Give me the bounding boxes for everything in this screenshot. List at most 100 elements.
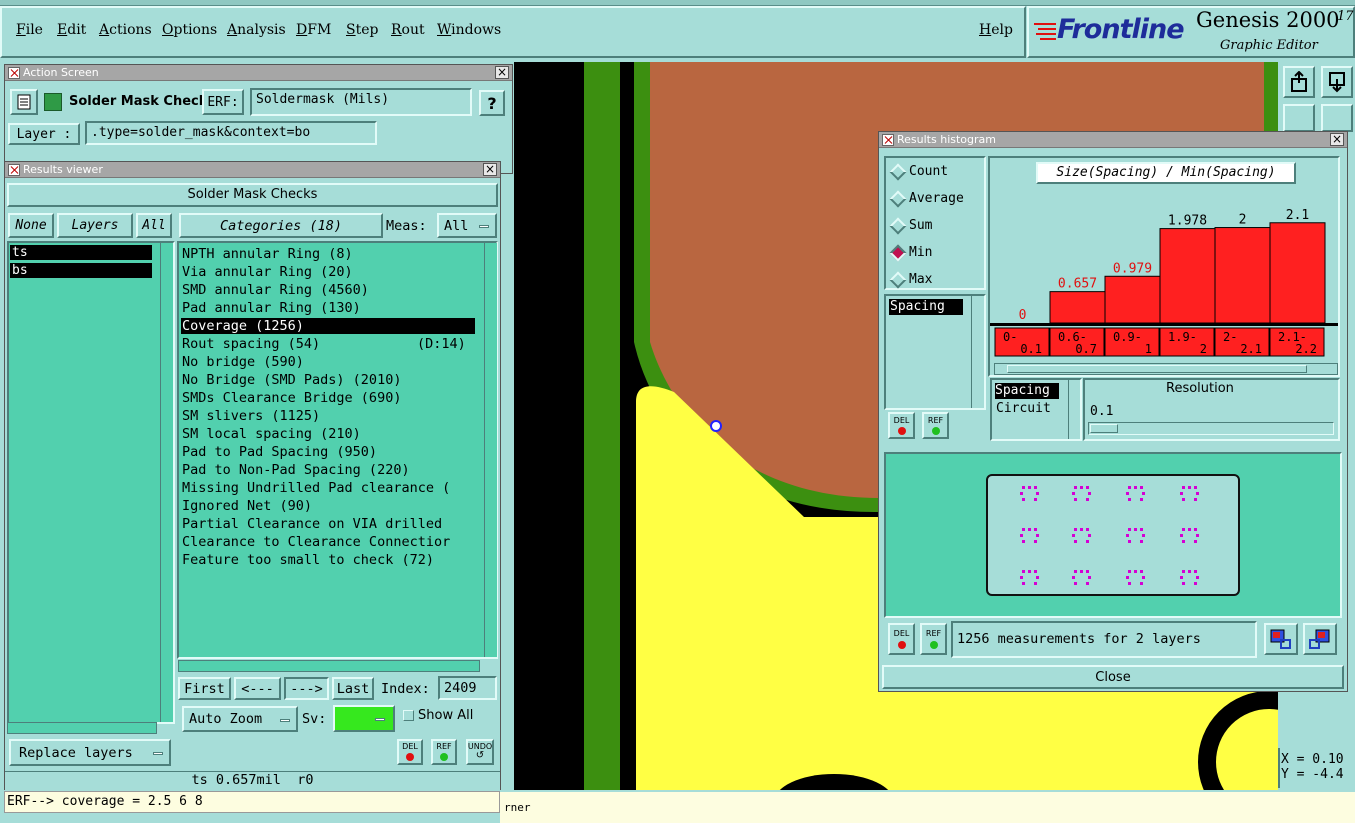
- measurement-marker: [1196, 534, 1199, 537]
- menu-analysis[interactable]: Analysis: [227, 22, 286, 38]
- first-button[interactable]: First: [178, 677, 231, 700]
- histogram-titlebar[interactable]: Results histogram ×: [879, 132, 1347, 148]
- measurement-marker: [1086, 540, 1089, 543]
- category-item[interactable]: Partial Clearance on VIA drilled: [182, 515, 442, 533]
- menu-file[interactable]: File: [16, 22, 43, 38]
- category-item[interactable]: Feature too small to check (72): [182, 551, 434, 569]
- layer-button[interactable]: Layer :: [8, 123, 80, 145]
- chart-title-box: Size(Spacing) / Min(Spacing): [1036, 162, 1296, 184]
- sv-color-dropdown[interactable]: [333, 705, 395, 732]
- category-item[interactable]: Rout spacing (54): [182, 335, 320, 353]
- category-item[interactable]: No Bridge (SMD Pads) (2010): [182, 371, 401, 389]
- measure-scrollbar[interactable]: [971, 296, 984, 408]
- hist-ref-button[interactable]: REF: [920, 623, 947, 655]
- all-button[interactable]: All: [136, 213, 172, 238]
- histogram-bar[interactable]: [1049, 291, 1106, 324]
- chart-hscrollbar[interactable]: [994, 363, 1338, 375]
- layers-hscrollbar[interactable]: [7, 722, 157, 734]
- action-screen-close-icon[interactable]: ×: [495, 66, 509, 79]
- tool-button-3[interactable]: [1283, 104, 1315, 132]
- histogram-close-icon[interactable]: ×: [1330, 133, 1344, 146]
- action-screen-doc-button[interactable]: [10, 89, 38, 115]
- erf-field[interactable]: Soldermask (Mils): [250, 88, 472, 116]
- res-list-scrollbar[interactable]: [1068, 380, 1080, 439]
- results-viewer-close-icon[interactable]: ×: [483, 163, 497, 176]
- histogram-bar[interactable]: [1159, 228, 1216, 324]
- histogram-close-button[interactable]: Close: [882, 665, 1344, 689]
- zoom-from-button[interactable]: [1303, 623, 1337, 655]
- measure-item-spacing[interactable]: Spacing: [889, 299, 963, 315]
- resolution-slider-thumb[interactable]: [1090, 424, 1118, 433]
- hist-ref-button-top[interactable]: REF: [922, 412, 949, 439]
- last-button[interactable]: Last: [332, 677, 374, 700]
- layer-item-bs[interactable]: bs: [10, 263, 152, 278]
- measurement-marker: [1034, 498, 1037, 501]
- category-item[interactable]: SM slivers (1125): [182, 407, 320, 425]
- category-item[interactable]: NPTH annular Ring (8): [182, 245, 353, 263]
- radio-average-label: Average: [909, 191, 964, 206]
- auto-zoom-dropdown[interactable]: Auto Zoom: [182, 706, 298, 732]
- index-field[interactable]: 2409: [438, 676, 497, 700]
- resolution-slider[interactable]: [1088, 422, 1334, 435]
- categories-scrollbar[interactable]: [484, 243, 497, 657]
- show-all-checkbox[interactable]: [403, 710, 414, 721]
- category-item[interactable]: No bridge (590): [182, 353, 304, 371]
- menu-actions[interactable]: Actions: [99, 22, 152, 38]
- menu-help[interactable]: Help: [979, 22, 1013, 38]
- category-item[interactable]: SMD annular Ring (4560): [182, 281, 369, 299]
- layers-list[interactable]: [7, 241, 175, 724]
- chart-hscroll-thumb[interactable]: [1007, 365, 1307, 373]
- erf-button[interactable]: ERF:: [202, 89, 244, 115]
- layer-item-ts[interactable]: ts: [10, 245, 152, 260]
- del-button[interactable]: DEL: [397, 739, 423, 765]
- action-screen-titlebar[interactable]: Action Screen ×: [5, 65, 512, 81]
- res-item-spacing[interactable]: Spacing: [995, 383, 1059, 399]
- hist-del-button[interactable]: DEL: [888, 623, 915, 655]
- menu-dfm[interactable]: DFM: [296, 22, 331, 38]
- category-item[interactable]: Via annular Ring (20): [182, 263, 353, 281]
- res-item-circuit[interactable]: Circuit: [996, 401, 1051, 416]
- histogram-bar[interactable]: [1269, 222, 1326, 324]
- help-button[interactable]: ?: [479, 90, 505, 116]
- category-item[interactable]: Missing Undrilled Pad clearance (: [182, 479, 450, 497]
- categories-hscrollbar[interactable]: [178, 660, 480, 672]
- zoom-to-button[interactable]: [1264, 623, 1298, 655]
- tool-button-2[interactable]: [1321, 66, 1353, 98]
- none-button[interactable]: None: [8, 213, 54, 238]
- meas-dropdown[interactable]: All: [437, 213, 497, 238]
- measurement-marker: [1126, 534, 1129, 537]
- board-preview[interactable]: [986, 474, 1240, 596]
- category-item[interactable]: Pad annular Ring (130): [182, 299, 361, 317]
- menu-options[interactable]: Options: [162, 22, 217, 38]
- category-item[interactable]: SMDs Clearance Bridge (690): [182, 389, 401, 407]
- prev-button[interactable]: <---: [234, 677, 281, 700]
- layer-field[interactable]: .type=solder_mask&context=bo: [85, 121, 377, 145]
- replace-layers-dropdown[interactable]: Replace layers: [9, 739, 171, 766]
- undo-button[interactable]: UNDO ↺: [466, 739, 494, 765]
- category-item[interactable]: Ignored Net (90): [182, 497, 312, 515]
- category-item[interactable]: Pad to Pad Spacing (950): [182, 443, 377, 461]
- bottom-bar: [500, 792, 1355, 823]
- layers-button[interactable]: Layers: [57, 213, 133, 238]
- hist-del-button-top[interactable]: DEL: [888, 412, 915, 439]
- next-button[interactable]: --->: [284, 677, 329, 700]
- menu-rout[interactable]: Rout: [391, 22, 425, 38]
- category-item-selected[interactable]: Coverage (1256): [182, 317, 304, 335]
- menu-edit[interactable]: Edit: [57, 22, 86, 38]
- ref-button[interactable]: REF: [431, 739, 457, 765]
- category-item[interactable]: Pad to Non-Pad Spacing (220): [182, 461, 410, 479]
- menu-windows[interactable]: Windows: [437, 22, 501, 38]
- tool-button-4[interactable]: [1321, 104, 1353, 132]
- bin-label: 2: [1200, 342, 1207, 356]
- menu-step[interactable]: Step: [346, 22, 378, 38]
- category-item[interactable]: SM local spacing (210): [182, 425, 361, 443]
- category-item[interactable]: Clearance to Clearance Connectior: [182, 533, 450, 551]
- tool-button-1[interactable]: [1283, 66, 1315, 98]
- categories-button[interactable]: Categories (18): [179, 213, 383, 238]
- measurement-marker: [1022, 486, 1025, 489]
- histogram-bar[interactable]: [1214, 227, 1271, 324]
- layers-scrollbar[interactable]: [160, 243, 173, 722]
- results-viewer-titlebar[interactable]: Results viewer ×: [5, 162, 500, 178]
- import-icon: [1291, 71, 1307, 92]
- histogram-bar[interactable]: [1104, 275, 1161, 324]
